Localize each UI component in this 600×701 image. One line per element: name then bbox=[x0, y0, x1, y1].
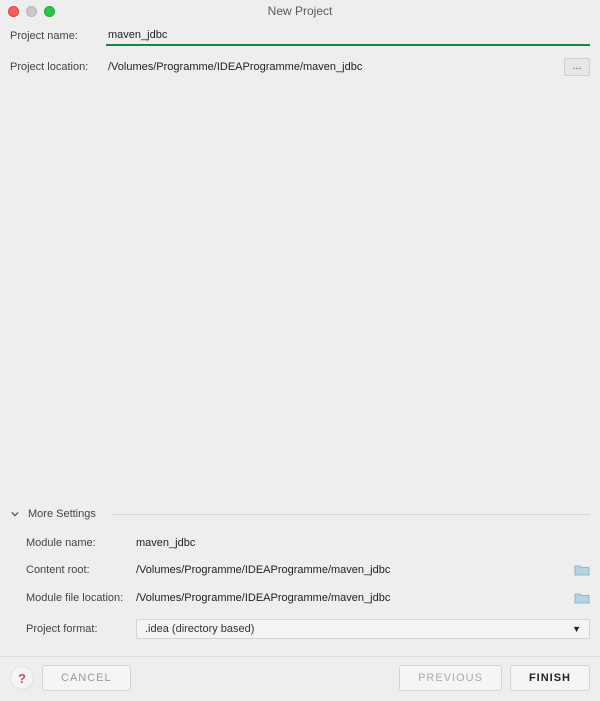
module-file-location-row: Module file location: /Volumes/Programme… bbox=[10, 584, 590, 612]
project-location-row: Project location: /Volumes/Programme/IDE… bbox=[10, 58, 590, 76]
folder-icon[interactable] bbox=[574, 591, 590, 605]
content-root-label: Content root: bbox=[26, 564, 136, 576]
module-file-location-label: Module file location: bbox=[26, 592, 136, 604]
project-name-label: Project name: bbox=[10, 30, 106, 42]
previous-button[interactable]: PREVIOUS bbox=[399, 665, 502, 691]
footer: ? CANCEL PREVIOUS FINISH bbox=[0, 665, 600, 701]
close-window-button[interactable] bbox=[8, 6, 19, 17]
project-format-label: Project format: bbox=[26, 623, 136, 635]
section-divider bbox=[112, 514, 590, 515]
project-format-row: Project format: .idea (directory based) … bbox=[10, 612, 590, 646]
titlebar: New Project bbox=[0, 0, 600, 22]
minimize-window-button[interactable] bbox=[26, 6, 37, 17]
empty-space bbox=[10, 88, 590, 508]
project-format-select[interactable]: .idea (directory based) ▼ bbox=[136, 619, 590, 639]
project-location-label: Project location: bbox=[10, 61, 106, 73]
folder-icon[interactable] bbox=[574, 563, 590, 577]
chevron-down-icon bbox=[10, 509, 20, 519]
module-name-row: Module name: maven_jdbc bbox=[10, 530, 590, 556]
caret-down-icon: ▼ bbox=[572, 624, 581, 634]
module-name-label: Module name: bbox=[26, 537, 136, 549]
window-title: New Project bbox=[0, 4, 600, 18]
traffic-lights bbox=[8, 6, 55, 17]
project-location-value: /Volumes/Programme/IDEAProgramme/maven_j… bbox=[106, 59, 558, 75]
more-settings-title: More Settings bbox=[28, 508, 96, 520]
help-icon: ? bbox=[18, 671, 26, 686]
project-name-row: Project name: bbox=[10, 26, 590, 46]
help-button[interactable]: ? bbox=[10, 666, 34, 690]
project-name-input[interactable] bbox=[106, 26, 590, 46]
browse-location-button[interactable]: ... bbox=[564, 58, 590, 76]
finish-button[interactable]: FINISH bbox=[510, 665, 590, 691]
content-root-value[interactable]: /Volumes/Programme/IDEAProgramme/maven_j… bbox=[136, 564, 574, 576]
footer-divider bbox=[0, 656, 600, 657]
module-name-value[interactable]: maven_jdbc bbox=[136, 537, 590, 549]
maximize-window-button[interactable] bbox=[44, 6, 55, 17]
cancel-button[interactable]: CANCEL bbox=[42, 665, 131, 691]
more-settings-header[interactable]: More Settings bbox=[10, 508, 590, 520]
content-root-row: Content root: /Volumes/Programme/IDEAPro… bbox=[10, 556, 590, 584]
dialog-content: Project name: Project location: /Volumes… bbox=[0, 22, 600, 646]
project-format-selected: .idea (directory based) bbox=[145, 623, 254, 635]
module-file-location-value[interactable]: /Volumes/Programme/IDEAProgramme/maven_j… bbox=[136, 592, 574, 604]
